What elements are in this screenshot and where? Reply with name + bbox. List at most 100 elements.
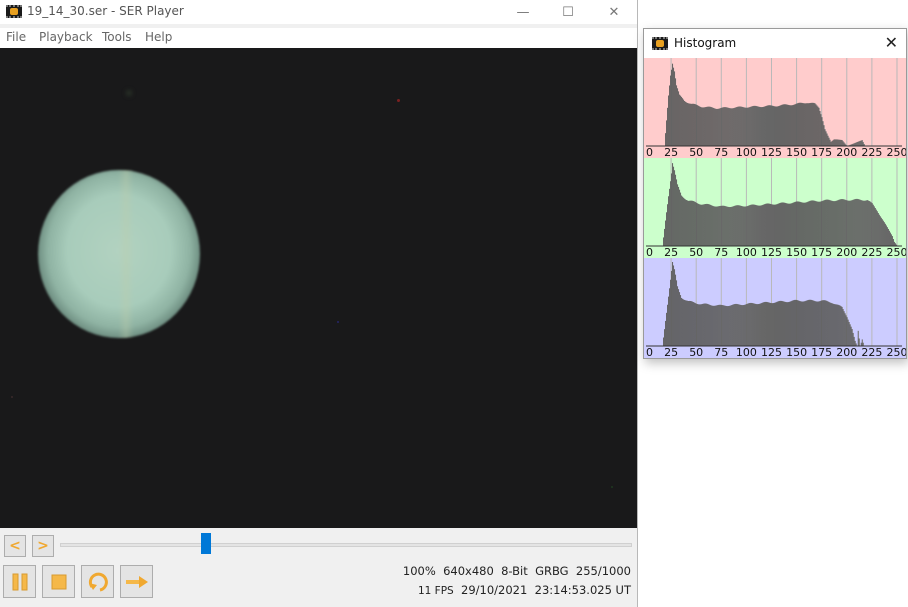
histogram-bar <box>708 204 710 246</box>
histogram-bar <box>778 106 780 146</box>
maximize-button[interactable]: ☐ <box>545 0 591 24</box>
histogram-bar <box>710 204 712 246</box>
histogram-bar <box>748 107 750 146</box>
zoom-level: 100% <box>402 564 436 578</box>
histogram-bar <box>732 108 734 146</box>
stop-button[interactable] <box>42 565 75 598</box>
histogram-bar <box>889 232 892 246</box>
histogram-bar <box>866 200 868 246</box>
histogram-bar <box>706 303 708 346</box>
histogram-bar <box>678 289 680 346</box>
histogram-bar <box>847 319 849 346</box>
histogram-panel-0: 0 25 50 75 100 125 150 175 200 225 250 <box>644 58 906 159</box>
histogram-bar <box>664 228 666 246</box>
next-frame-button[interactable]: > <box>32 535 54 557</box>
histogram-bar <box>780 202 782 246</box>
tick-label: 100 <box>736 146 757 159</box>
forward-button[interactable] <box>120 565 153 598</box>
histogram-bar <box>741 305 743 346</box>
histogram-bar <box>780 105 782 146</box>
histogram-bar <box>733 108 735 146</box>
histogram-bar <box>884 223 886 246</box>
histogram-bar <box>750 106 752 146</box>
histogram-bar <box>873 206 875 246</box>
histogram-bar <box>666 120 668 146</box>
histogram-bar <box>776 301 778 346</box>
histogram-bar <box>807 103 809 146</box>
histogram-bar <box>749 302 751 346</box>
histogram-bar <box>794 299 796 346</box>
histogram-bar <box>723 107 725 146</box>
frame-slider-thumb[interactable] <box>200 533 211 554</box>
histogram-bar <box>753 303 755 346</box>
histogram-bar <box>744 206 746 246</box>
histogram-bar <box>737 205 739 246</box>
tick-label: 125 <box>761 246 782 259</box>
histogram-bar <box>783 104 785 146</box>
histogram-bar <box>833 201 835 246</box>
histogram-bar <box>782 104 784 146</box>
histogram-bar <box>791 105 793 146</box>
histogram-bar <box>797 201 799 246</box>
menu-playback[interactable]: Playback <box>39 30 93 44</box>
histogram-bar <box>855 198 857 246</box>
repeat-button[interactable] <box>81 565 114 598</box>
prev-frame-button[interactable]: < <box>4 535 26 557</box>
histogram-bar <box>720 108 722 146</box>
histogram-bar <box>671 173 673 246</box>
histogram-bar <box>831 303 833 346</box>
histogram-bar <box>682 98 684 146</box>
histogram-bar <box>751 302 753 346</box>
histogram-bar <box>869 201 871 246</box>
histogram-bar <box>809 299 811 346</box>
histogram-bar <box>687 200 689 246</box>
histogram-bar <box>782 301 784 346</box>
histogram-bar <box>702 204 704 246</box>
close-button[interactable]: ✕ <box>591 0 637 24</box>
histogram-bar <box>707 106 709 146</box>
histogram-bar <box>779 105 781 146</box>
histogram-bar <box>818 107 820 146</box>
histogram-bar <box>726 306 728 346</box>
histogram-bar <box>722 107 724 146</box>
histogram-bar <box>668 95 670 146</box>
histogram-bar <box>799 201 801 246</box>
histogram-bar <box>681 195 683 246</box>
minimize-button[interactable]: — <box>500 0 546 24</box>
histogram-bar <box>775 204 777 246</box>
histogram-bar <box>747 303 749 346</box>
menu-help[interactable]: Help <box>145 30 172 44</box>
histogram-bar <box>825 199 827 246</box>
histogram-bar <box>834 304 836 346</box>
menu-tools[interactable]: Tools <box>102 30 132 44</box>
histogram-title-bar: Histogram ✕ <box>644 29 906 58</box>
histogram-bar <box>683 197 685 246</box>
histogram-close-button[interactable]: ✕ <box>885 33 898 52</box>
histogram-bar <box>787 302 789 346</box>
histogram-bar <box>752 303 754 346</box>
histogram-bar <box>677 184 679 246</box>
histogram-bar <box>695 202 697 246</box>
histogram-bar <box>853 199 855 246</box>
planet-image <box>38 170 200 338</box>
menu-file[interactable]: File <box>6 30 26 44</box>
histogram-bar <box>791 203 793 246</box>
histogram-bar <box>669 85 671 146</box>
histogram-bar <box>689 200 691 246</box>
histogram-bar <box>706 203 708 246</box>
histogram-bar <box>746 107 748 146</box>
frame-slider[interactable] <box>60 543 632 547</box>
histogram-bar <box>809 103 811 146</box>
histogram-bar <box>726 206 728 246</box>
histogram-bar <box>730 206 732 246</box>
histogram-bar <box>865 200 867 246</box>
histogram-bar <box>775 106 777 146</box>
histogram-bar <box>721 304 723 346</box>
histogram-bar <box>703 303 705 346</box>
histogram-bar <box>739 106 741 146</box>
histogram-bar <box>694 103 696 146</box>
histogram-bar <box>692 200 694 246</box>
histogram-bar <box>731 108 733 146</box>
pause-button[interactable] <box>3 565 36 598</box>
histogram-bar <box>770 302 772 346</box>
